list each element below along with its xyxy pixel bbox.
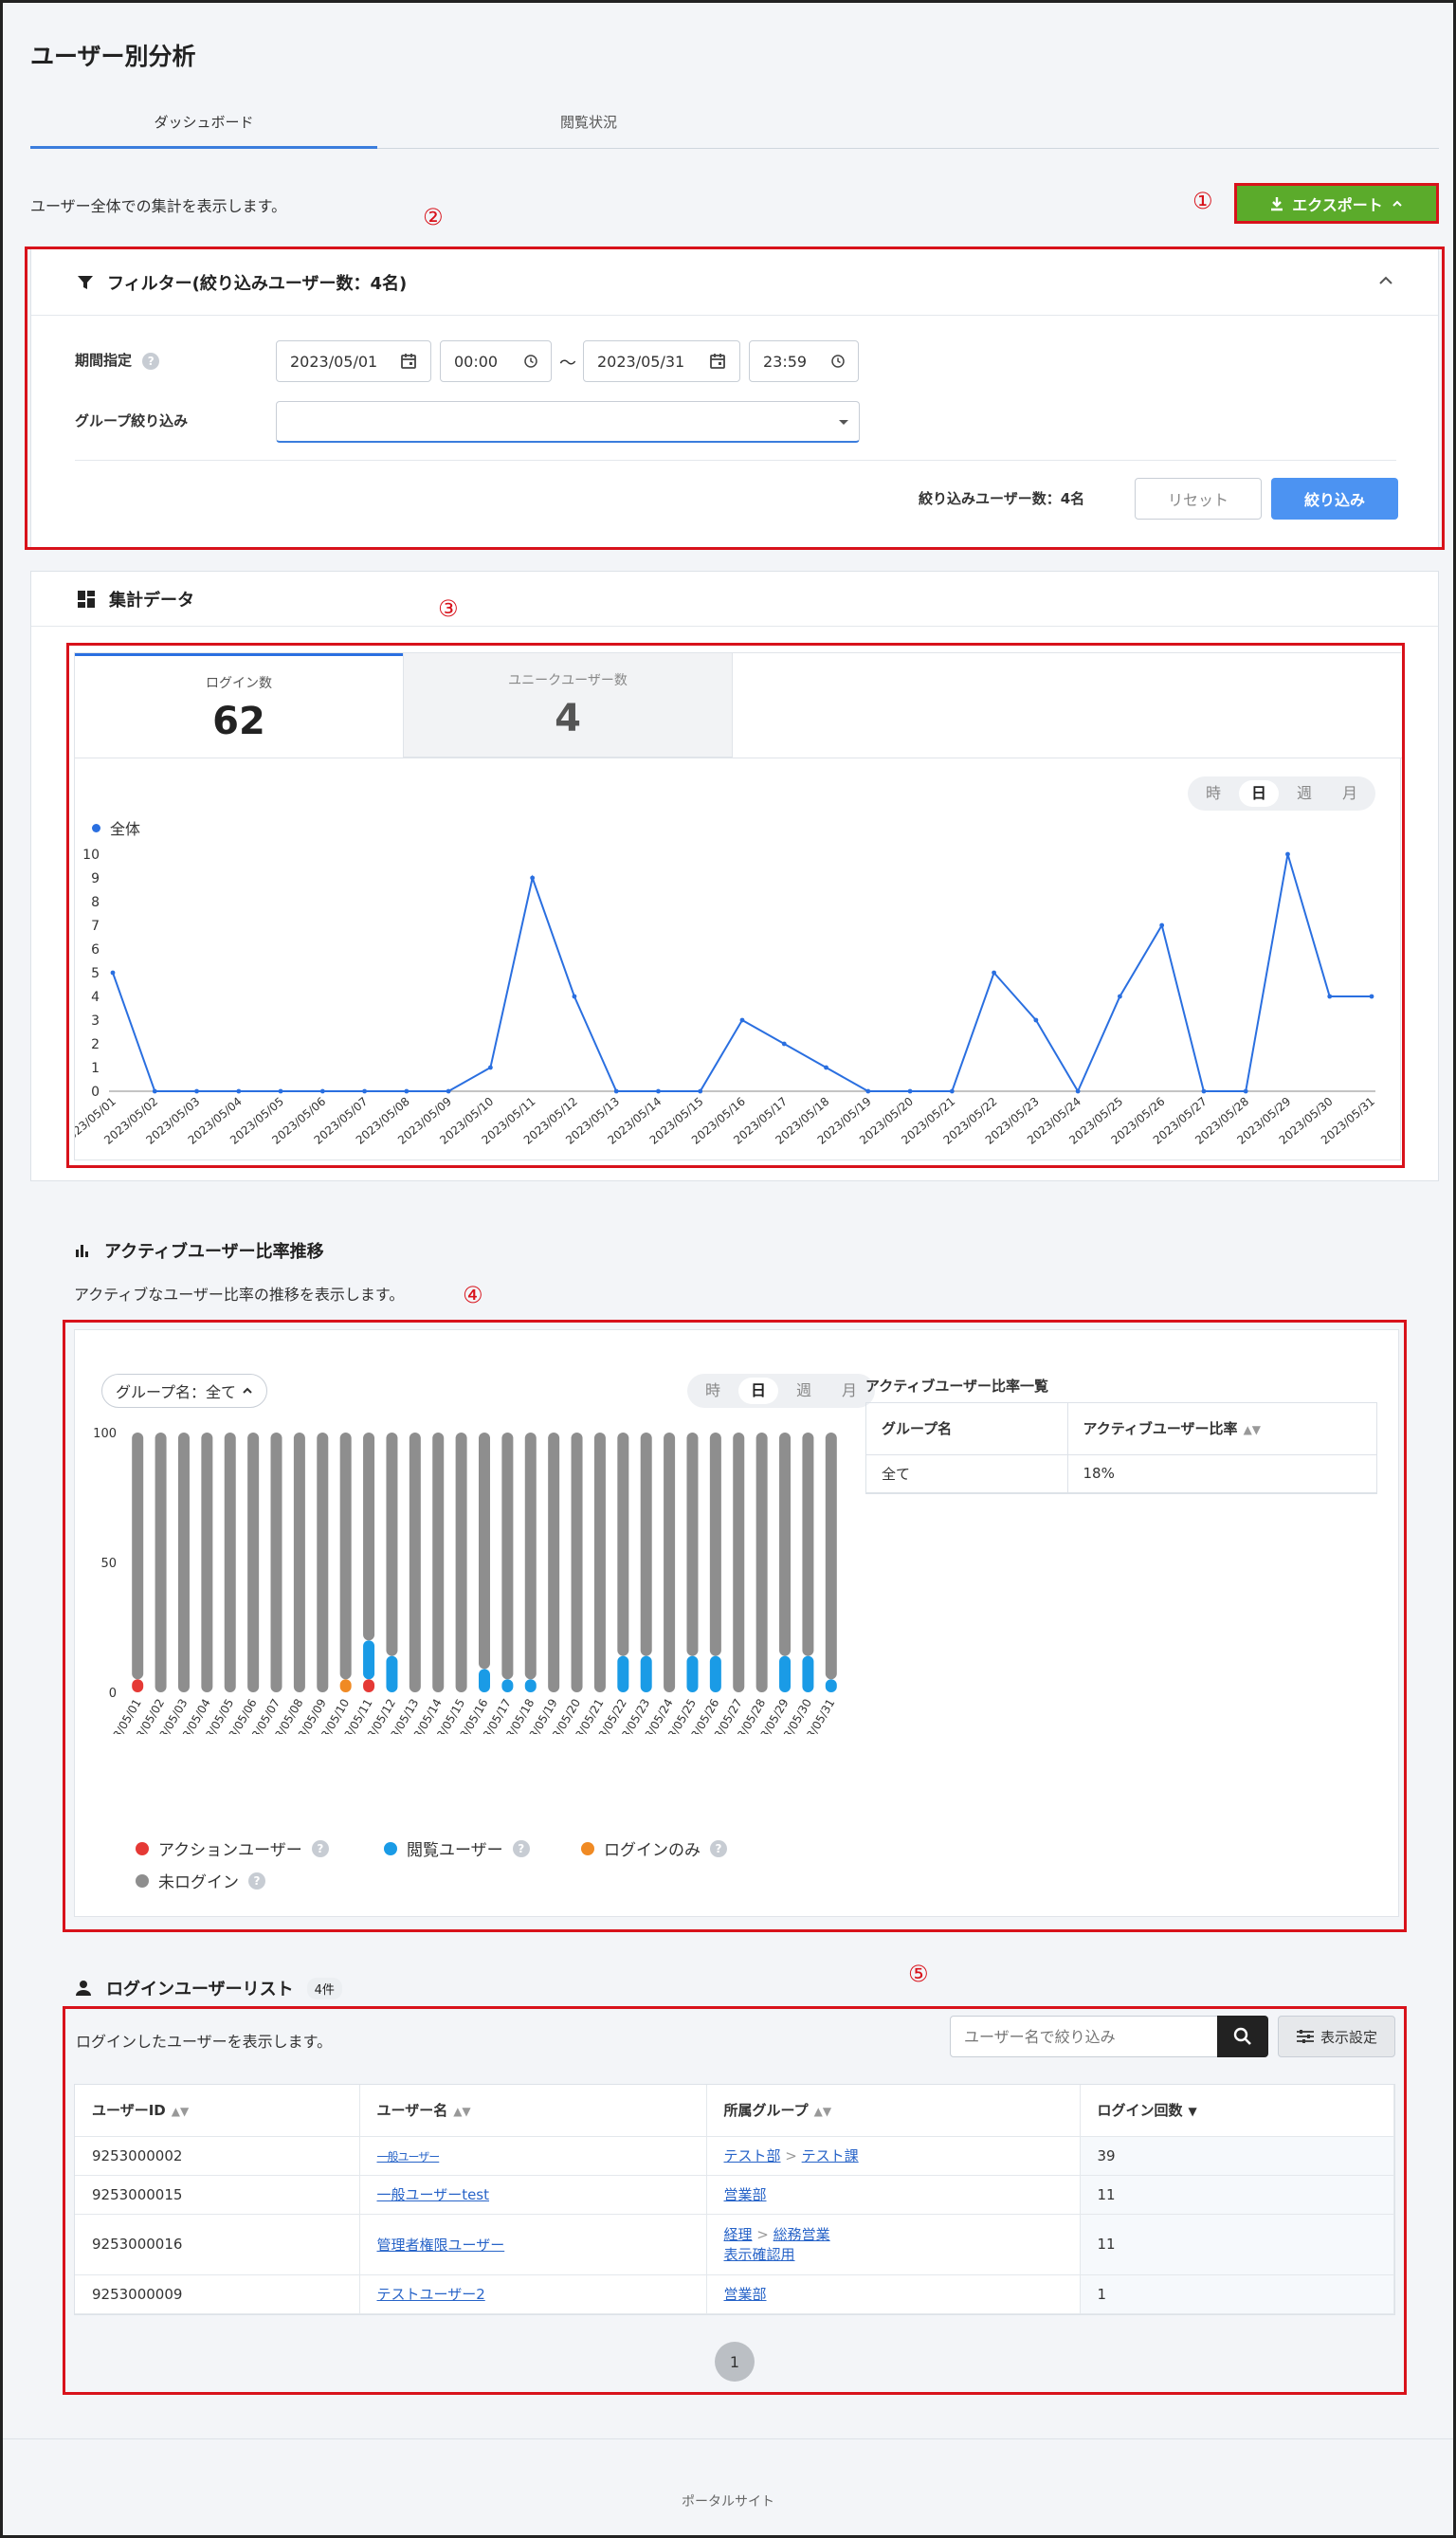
annotation-box-5 [63, 2006, 1407, 2395]
marker-3: ③ [438, 595, 459, 622]
chevron-up-icon [1392, 200, 1402, 207]
active-title-wrap: アクティブユーザー比率推移 [74, 1238, 324, 1263]
users-title-wrap: ログインユーザーリスト 4件 [74, 1976, 342, 2000]
footer-text: ポータルサイト [682, 2494, 774, 2510]
dashboard-icon [78, 591, 95, 608]
page-title: ユーザー別分析 [30, 43, 196, 70]
active-title: アクティブユーザー比率推移 [104, 1242, 324, 1262]
person-icon [76, 1981, 91, 1996]
summary-header: 集計データ [31, 572, 1438, 627]
tab-bar: ダッシュボード 閲覧状況 [30, 100, 1439, 149]
tab-dashboard[interactable]: ダッシュボード [30, 100, 377, 149]
annotation-box-4 [63, 1320, 1407, 1932]
active-description: アクティブなユーザー比率の推移を表示します。 [74, 1286, 405, 1304]
tab-viewing-status[interactable]: 閲覧状況 [415, 100, 762, 149]
annotation-box-3 [66, 643, 1405, 1168]
marker-4: ④ [463, 1282, 483, 1308]
marker-5: ⑤ [908, 1961, 929, 1987]
page-description: ユーザー全体での集計を表示します。 [30, 197, 287, 215]
marker-1: ① [1192, 188, 1213, 214]
bar-chart-icon [76, 1245, 88, 1257]
users-title: ログインユーザーリスト [106, 1980, 294, 1999]
footer-divider [3, 2438, 1453, 2439]
download-icon [1271, 196, 1283, 210]
count-badge: 4件 [306, 1977, 342, 1999]
marker-2: ② [423, 204, 444, 230]
summary-title: 集計データ [109, 591, 194, 611]
export-button[interactable]: エクスポート [1234, 183, 1439, 224]
export-label: エクスポート [1292, 195, 1383, 214]
annotation-box-2 [25, 246, 1445, 550]
